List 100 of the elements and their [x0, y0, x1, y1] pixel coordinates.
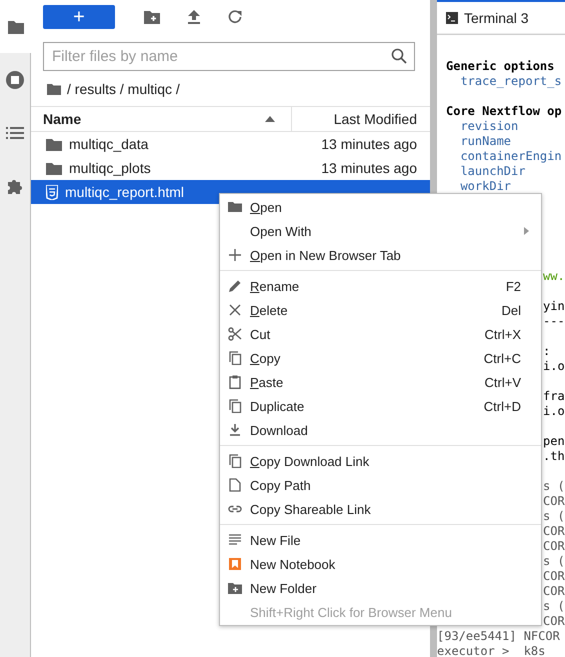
menu-label: Copy — [250, 350, 282, 366]
terminal-text: : — [543, 344, 550, 358]
menu-item[interactable]: Copy Shareable Link — [220, 497, 541, 521]
file-name: multiqc_plots — [69, 160, 152, 176]
menu-item[interactable]: Duplicate Ctrl+D — [220, 394, 541, 418]
terminal-text: s ( — [543, 479, 565, 493]
terminal-text: s ( — [543, 509, 565, 523]
menu-item[interactable]: Paste Ctrl+V — [220, 370, 541, 394]
modified-time: 13 minutes ago — [321, 136, 417, 152]
html-file-icon — [46, 184, 58, 200]
terminal-text: COR — [543, 524, 565, 538]
terminal-text: pen — [543, 434, 565, 448]
menu-label: Download — [250, 422, 309, 438]
terminal-text: s ( — [543, 599, 565, 613]
menu-label: New File — [250, 532, 302, 548]
clipboard-icon — [228, 375, 242, 389]
terminal-text: COR — [543, 569, 565, 583]
menu-item[interactable]: Open in New Browser Tab — [220, 243, 541, 267]
terminal-text: Core Nextflow op — [446, 104, 562, 118]
menu-item[interactable]: Rename F2 — [220, 274, 541, 298]
text-file-icon — [228, 533, 242, 547]
terminal-text: s ( — [543, 554, 565, 568]
menu-label: Copy Download Link — [250, 454, 370, 468]
terminal-tab[interactable]: Terminal 3 — [437, 0, 565, 33]
filter-field[interactable]: Filter files by name — [43, 42, 415, 71]
menu-item[interactable]: Open With — [220, 219, 541, 243]
shortcut-label: Ctrl+D — [484, 398, 521, 414]
folder-icon[interactable] — [0, 0, 31, 53]
column-header[interactable]: Last Modified — [292, 107, 430, 131]
file-icon — [228, 478, 242, 492]
file-row[interactable]: multiqc_data 13 minutes ago — [31, 132, 430, 156]
pencil-icon — [228, 279, 242, 293]
menu-label: Copy Path — [250, 478, 312, 492]
notebook-icon — [228, 557, 242, 571]
terminal-text: i.o — [543, 404, 565, 418]
shortcut-label: Ctrl+V — [484, 374, 521, 390]
menu-item[interactable]: Copy Ctrl+C — [220, 346, 541, 370]
new-launcher-button[interactable]: + — [43, 5, 115, 29]
shortcut-label: Ctrl+X — [484, 326, 521, 342]
terminal-text: runName — [459, 134, 512, 148]
menu-label: Rename — [250, 278, 300, 294]
menu-label: Duplicate — [250, 398, 306, 414]
menu-item[interactable]: Download — [220, 418, 541, 442]
terminal-text: trace_report_s — [459, 74, 562, 88]
menu-label: Copy Shareable Link — [250, 502, 372, 516]
refresh-icon[interactable] — [228, 10, 242, 24]
menu-item[interactable]: Copy Path — [220, 473, 541, 497]
terminal-text: COR — [543, 584, 565, 598]
menu-label: New Notebook — [250, 556, 336, 572]
terminal-text: COR — [543, 539, 565, 553]
copy-icon — [228, 351, 242, 365]
menu-item[interactable]: New Notebook — [220, 552, 541, 576]
scissors-icon — [228, 327, 242, 341]
modified-time: 13 minutes ago — [321, 160, 417, 176]
folder-icon — [228, 200, 242, 214]
folder-icon[interactable] — [47, 83, 61, 95]
menu-item[interactable]: Cut Ctrl+X — [220, 322, 541, 346]
terminal-icon — [446, 12, 458, 24]
new-folder-icon[interactable] — [144, 10, 160, 24]
terminal-text: COR — [543, 494, 565, 508]
upload-icon[interactable] — [188, 10, 200, 24]
terminal-text: containerEngin — [459, 149, 562, 163]
new-folder-icon — [228, 581, 242, 595]
folder-icon — [46, 138, 62, 150]
file-name: multiqc_data — [69, 136, 150, 152]
terminal-text: i.o — [543, 359, 565, 373]
file-name: multiqc_report.html — [65, 184, 186, 200]
terminal-text: .th — [543, 449, 565, 463]
copy-icon — [228, 454, 242, 468]
terminal-text: workDir — [459, 179, 512, 193]
menu-label: Open With — [250, 224, 312, 238]
menu-item[interactable]: New File — [220, 528, 541, 552]
terminal-text: launchDir — [459, 164, 526, 178]
shortcut-label: Ctrl+C — [484, 350, 521, 366]
terminal-text: yin — [543, 299, 565, 313]
shortcut-label: F2 — [506, 278, 521, 294]
terminal-text: --- — [543, 314, 565, 328]
menu-label: New Folder — [250, 580, 318, 596]
folder-icon — [46, 162, 62, 174]
terminal-text: revision — [459, 119, 518, 133]
menu-item[interactable]: New Folder — [220, 576, 541, 600]
menu-label: Cut — [250, 326, 272, 342]
plus-icon — [228, 248, 242, 262]
menu-label: Delete — [250, 302, 289, 318]
terminal-text: executor > k8s — [437, 644, 546, 657]
menu-label: Paste — [250, 374, 284, 390]
menu-label: Shift+Right Click for Browser Menu — [250, 604, 453, 620]
terminal-text: Generic options — [446, 59, 554, 73]
terminal-text: fra — [543, 389, 565, 403]
menu-item[interactable]: Copy Download Link — [220, 449, 541, 473]
terminal-text: ww. — [543, 269, 565, 283]
breadcrumb-path[interactable]: / results / multiqc / — [67, 81, 180, 97]
shortcut-label: Del — [501, 302, 521, 318]
menu-label: Open in New Browser Tab — [250, 248, 402, 262]
search-icon — [391, 48, 407, 64]
copy-icon — [228, 399, 242, 413]
column-header[interactable]: Name — [31, 107, 292, 131]
file-row[interactable]: multiqc_plots 13 minutes ago — [31, 156, 430, 180]
terminal-text: [93/ee5441] NFCOR — [437, 629, 560, 643]
menu-item[interactable]: Delete Del — [220, 298, 541, 322]
